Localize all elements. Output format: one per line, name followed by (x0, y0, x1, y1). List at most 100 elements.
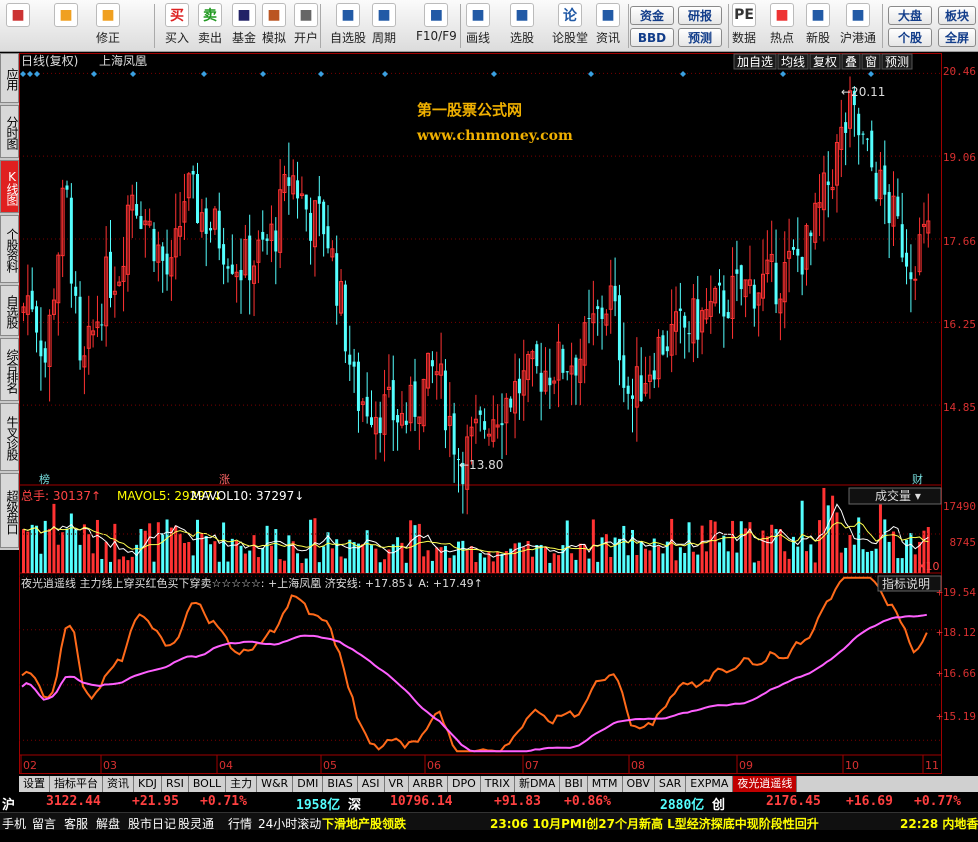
side-tab-5[interactable]: 综合排名 (0, 338, 19, 401)
candle-down (861, 133, 865, 135)
candle-down (348, 354, 352, 365)
indicator-tab-15[interactable]: 新DMA (515, 776, 561, 792)
volume-bar (209, 544, 213, 573)
candle-down (665, 346, 669, 352)
bbd-button[interactable]: BBD (630, 28, 674, 47)
ipo-icon: ■ (806, 3, 830, 27)
side-tab-3[interactable]: 个股资料 (0, 215, 19, 283)
indicator-tab-8[interactable]: DMI (293, 776, 324, 792)
refresh-button[interactable]: ■ 修正 (96, 3, 120, 49)
candle-down (631, 395, 634, 399)
status-item-2[interactable]: 客服 (64, 815, 88, 832)
candle-down (483, 421, 487, 430)
hot-button[interactable]: ■ 热点 (770, 3, 794, 49)
indicator-tab-5[interactable]: BOLL (189, 776, 227, 792)
volume-bar (631, 529, 634, 573)
back-arrow-button[interactable]: ■ (54, 3, 78, 49)
dapan-button[interactable]: 大盘 (888, 6, 932, 25)
screen-button[interactable]: ■ 选股 (510, 3, 534, 49)
volume-bar (39, 553, 43, 573)
pe-icon: PE (732, 3, 756, 27)
candle-down (196, 173, 199, 223)
f10-button[interactable]: ■ F10/F9 (416, 3, 457, 49)
indicator-tab-14[interactable]: TRIX (481, 776, 515, 792)
indicator-tab-2[interactable]: 资讯 (103, 776, 134, 792)
side-tab-7[interactable]: 超级盘口 (0, 473, 19, 548)
news-ticker-2[interactable]: 23:06 10月PMI创27个月新高 L型经济探底中现阶段性回升 (490, 815, 819, 832)
indicator-tab-10[interactable]: ASI (358, 776, 385, 792)
hammer-button[interactable]: ■ 模拟 (262, 3, 286, 49)
indicator-tab-6[interactable]: 主力 (226, 776, 258, 792)
sse-hk-button[interactable]: ■ 沪港通 (840, 3, 876, 49)
low-label: ←13.80 (459, 458, 503, 472)
news-button[interactable]: ■ 资讯 (596, 3, 620, 49)
volume-bar (287, 535, 291, 573)
volume-bar (348, 539, 352, 573)
indicator-tab-11[interactable]: VR (385, 776, 409, 792)
sell-button[interactable]: 卖卖出 (198, 3, 222, 49)
indicator-tab-0[interactable]: 设置 (19, 776, 50, 792)
indicator-tab-7[interactable]: W&R (257, 776, 294, 792)
news-ticker-1[interactable]: 下滑地产股领跌 (322, 815, 406, 832)
indicator-tab-4[interactable]: RSI (162, 776, 189, 792)
pe-button[interactable]: PE 数据 (732, 3, 756, 49)
buy-button[interactable]: 买买入 (165, 3, 189, 49)
toolbar-separator (728, 4, 729, 48)
side-tab-6[interactable]: 牛叉诊股 (0, 403, 19, 471)
status-item-6[interactable]: 行情 (228, 815, 252, 832)
volume-bar (330, 548, 334, 573)
gegu-button[interactable]: 个股 (888, 28, 932, 47)
candle-down (587, 318, 591, 320)
pencil-button[interactable]: ■ 画线 (466, 3, 490, 49)
indicator-tab-18[interactable]: OBV (623, 776, 655, 792)
side-tab-1[interactable]: 分时图 (0, 105, 19, 158)
news-ticker-3[interactable]: 22:28 内地香 (900, 815, 978, 832)
star-list-button[interactable]: ■ 自选股 (330, 3, 366, 49)
date-label: 05 (323, 759, 337, 772)
indicator-tab-9[interactable]: BIAS (323, 776, 358, 792)
forum-button[interactable]: 论论股堂 (552, 3, 588, 49)
volume-bar (491, 561, 495, 573)
lock-button[interactable]: ■ 开户 (294, 3, 318, 49)
indicator-tab-3[interactable]: KDJ (134, 776, 162, 792)
forum-icon: 论 (558, 3, 582, 27)
quanping-button[interactable]: 全屏 (938, 28, 976, 47)
side-tab-0[interactable]: 应用 (0, 53, 19, 103)
indicator-tab-13[interactable]: DPO (448, 776, 481, 792)
indicator-tab-1[interactable]: 指标平台 (50, 776, 103, 792)
zijin-button[interactable]: 资金 (630, 6, 674, 25)
yanbao-button[interactable]: 研报 (678, 6, 722, 25)
indicator-tab-16[interactable]: BBI (560, 776, 588, 792)
candle-down (870, 130, 874, 168)
side-tab-2[interactable]: K线图 (0, 160, 19, 213)
indicator-tab-12[interactable]: ARBR (409, 776, 449, 792)
candle-down (322, 201, 326, 235)
fund-button[interactable]: ■ 基金 (232, 3, 256, 49)
indicator-tab-21[interactable]: 夜光逍遥线 (733, 776, 798, 792)
status-item-3[interactable]: 解盘 (96, 815, 120, 832)
volume-bar (718, 542, 721, 573)
status-item-7[interactable]: 24小时滚动 (258, 815, 321, 832)
status-item-1[interactable]: 留言 (32, 815, 56, 832)
indicator-tab-19[interactable]: SAR (655, 776, 687, 792)
vol-tick: 17490 (942, 500, 976, 513)
ipo-button[interactable]: ■ 新股 (806, 3, 830, 49)
clock-button[interactable]: ■ 周期 (372, 3, 396, 49)
sh-amount: 1958亿 (296, 798, 341, 813)
volume-bar (696, 554, 700, 573)
indicator-tab-20[interactable]: EXPMA (686, 776, 734, 792)
bankuai-button[interactable]: 板块 (938, 6, 976, 25)
candle-down (774, 262, 778, 305)
yuce-button[interactable]: 预测 (678, 28, 722, 47)
candle-down (791, 247, 795, 250)
side-tab-4[interactable]: 自选股 (0, 285, 19, 336)
volume-bar (239, 545, 243, 573)
status-item-0[interactable]: 手机 (2, 815, 26, 832)
status-item-5[interactable]: 股灵通 (178, 815, 214, 832)
kline-chart[interactable]: 02 03 04 05 06 07 08 09 10 11 日线(复权) 上海凤凰第一股票公式网 www… (19, 53, 942, 774)
indicator-tab-17[interactable]: MTM (588, 776, 623, 792)
toolbar: ■ ■ ■ 修正 买买入卖卖出 ■ 基金 ■ 模拟 ■ 开户 ■ 自选股 ■ 周期 ■ F10/F9 ■ 画线 ■ 选股… (0, 0, 978, 52)
grid-button[interactable]: ■ (6, 3, 30, 49)
date-label: 11 (925, 759, 939, 772)
status-item-4[interactable]: 股市日记 (128, 815, 176, 832)
